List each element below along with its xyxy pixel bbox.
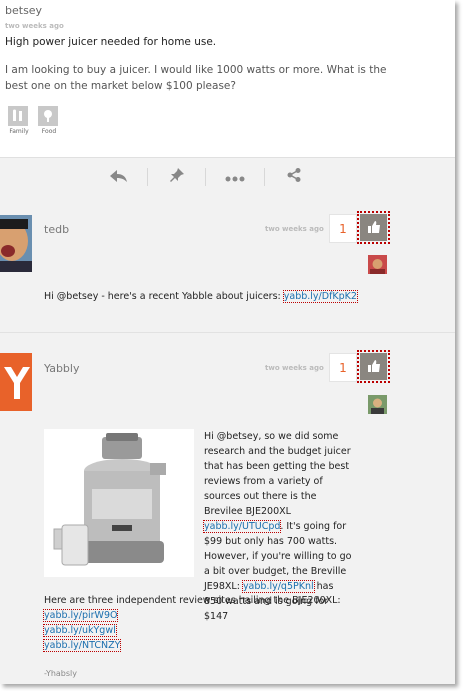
avatar[interactable]: [0, 215, 32, 272]
like-button[interactable]: [357, 350, 390, 383]
bje200xl-link[interactable]: yabb.ly/UTUCpd: [202, 520, 282, 533]
reply-text-intro: Hi @betsey, so we did some research and …: [204, 431, 351, 517]
liker-avatar[interactable]: [368, 395, 387, 414]
post-body: I am looking to buy a juicer. I would li…: [5, 64, 387, 92]
reply-author[interactable]: Yabbly: [44, 362, 79, 375]
reply-time: two weeks ago: [265, 225, 324, 233]
reply-item: tedb two weeks ago 1 Hi @betsey - here's…: [0, 195, 455, 333]
thumbs-up-icon: [367, 218, 380, 237]
thumbs-up-icon: [367, 357, 380, 376]
liker-avatar[interactable]: [368, 255, 387, 274]
like-count: 1: [329, 353, 357, 382]
je98xl-link[interactable]: yabb.ly/q5PKnl: [241, 580, 315, 593]
tag-food[interactable]: Food: [38, 106, 60, 135]
review-link-2[interactable]: yabb.ly/ukYgwl: [43, 624, 117, 637]
thread-card: betsey two weeks ago High power juicer n…: [0, 0, 455, 684]
reply-text: Hi @betsey - here's a recent Yabble abou…: [44, 289, 358, 304]
pin-button[interactable]: [148, 158, 205, 195]
food-icon: [38, 106, 58, 126]
post-title: High power juicer needed for home use.: [5, 36, 217, 48]
juicer-image: [44, 429, 194, 577]
review-link-1[interactable]: yabb.ly/pirW9O: [42, 609, 119, 622]
more-icon: [225, 167, 245, 186]
reply-signature: -Yhabsly: [44, 669, 77, 678]
tag-label: Food: [41, 128, 57, 135]
family-icon: [8, 106, 28, 126]
reply-text-body: Hi @betsey - here's a recent Yabble abou…: [44, 291, 281, 302]
review-intro: Here are three independent review sites …: [44, 595, 341, 606]
tag-family[interactable]: Family: [8, 106, 30, 135]
review-link-3[interactable]: yabb.ly/NTCNZY: [42, 639, 122, 652]
more-button[interactable]: [206, 158, 263, 195]
post-author[interactable]: betsey: [5, 4, 42, 17]
pin-icon: [169, 167, 184, 186]
review-section: Here are three independent review sites …: [42, 593, 384, 653]
tag-label: Family: [9, 128, 29, 135]
reply-icon: [109, 167, 128, 186]
question-post: betsey two weeks ago High power juicer n…: [0, 0, 455, 157]
reply-author[interactable]: tedb: [44, 223, 69, 236]
action-bar: [0, 157, 455, 196]
like-button[interactable]: [357, 211, 390, 244]
reply-item: Yabbly two weeks ago 1 Hi @betsey, so we…: [0, 333, 455, 684]
reply-button[interactable]: [90, 158, 147, 195]
share-icon: [287, 167, 301, 186]
yabble-link[interactable]: yabb.ly/DfKpK2: [282, 290, 358, 303]
reply-time: two weeks ago: [265, 364, 324, 372]
like-count: 1: [329, 214, 357, 243]
post-tags: Family Food: [8, 106, 60, 135]
yabbly-avatar[interactable]: [0, 353, 32, 411]
share-button[interactable]: [265, 158, 322, 195]
post-time: two weeks ago: [5, 22, 64, 30]
